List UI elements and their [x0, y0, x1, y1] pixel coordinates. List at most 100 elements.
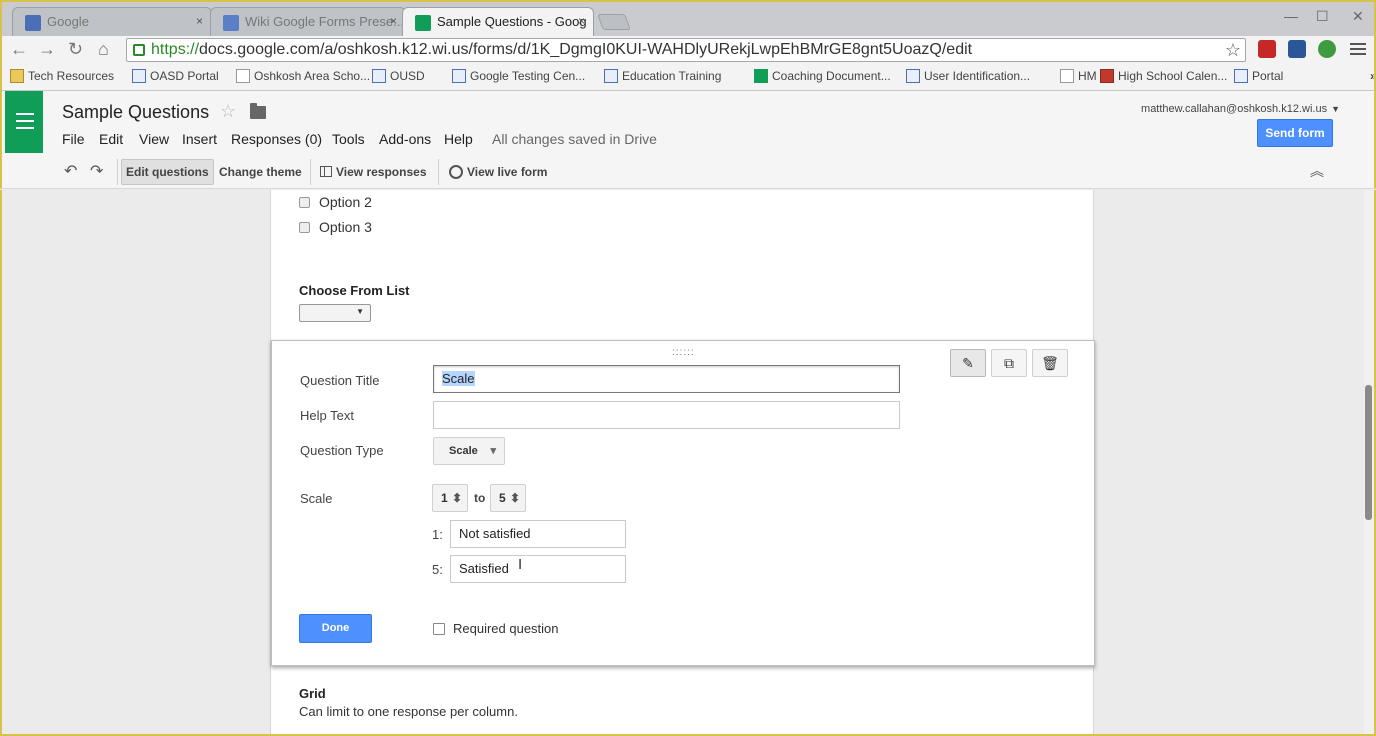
- scale-high-label-input[interactable]: Satisfied: [450, 555, 626, 583]
- menu-tools[interactable]: Tools: [332, 131, 365, 147]
- undo-icon[interactable]: ↶: [64, 161, 77, 181]
- toolbar-divider: [438, 159, 439, 185]
- bookmark-item[interactable]: OUSD: [372, 69, 425, 83]
- collapse-header-icon[interactable]: ︽: [1310, 161, 1324, 181]
- tab-label: Wiki Google Forms Prese...: [245, 14, 404, 29]
- address-bar[interactable]: https://docs.google.com/a/oshkosh.k12.wi…: [126, 38, 1246, 62]
- bookmarks-overflow-icon[interactable]: »: [1352, 69, 1374, 83]
- close-icon[interactable]: ×: [578, 14, 585, 28]
- document-title[interactable]: Sample Questions: [62, 102, 209, 123]
- extension-icon[interactable]: [1258, 40, 1276, 58]
- tab-wiki[interactable]: Wiki Google Forms Prese... ×: [210, 7, 406, 36]
- google-icon: [906, 69, 920, 83]
- bookmark-item[interactable]: OASD Portal: [132, 69, 219, 83]
- chrome-menu-icon[interactable]: [1350, 43, 1366, 55]
- scale-low-label-input[interactable]: Not satisfied: [450, 520, 626, 548]
- url-scheme: https://: [151, 41, 200, 58]
- bookmark-item[interactable]: High School Calen...: [1100, 69, 1227, 83]
- question-title-choose-from-list[interactable]: Choose From List: [299, 283, 410, 298]
- duplicate-icon[interactable]: ⧉: [991, 349, 1027, 377]
- forms-header: Sample Questions ☆ File Edit View Insert…: [0, 91, 1376, 153]
- new-tab-button[interactable]: [597, 14, 631, 30]
- minimize-icon[interactable]: —: [1284, 8, 1298, 24]
- send-form-button[interactable]: Send form: [1257, 119, 1333, 147]
- lock-icon: [133, 44, 145, 56]
- menu-help[interactable]: Help: [444, 131, 473, 147]
- bookmark-item[interactable]: Google Testing Cen...: [452, 69, 585, 83]
- sites-icon: [223, 15, 239, 31]
- question-title-input[interactable]: Scale: [433, 365, 900, 393]
- folder-icon: [10, 69, 24, 83]
- live-form-icon: [449, 165, 463, 179]
- menu-responses[interactable]: Responses (0): [231, 131, 322, 147]
- scale-from-select[interactable]: 1: [432, 484, 468, 512]
- forward-icon[interactable]: →: [38, 39, 56, 59]
- text-cursor-icon: I: [518, 556, 523, 573]
- menu-file[interactable]: File: [62, 131, 85, 147]
- star-icon[interactable]: ☆: [220, 101, 236, 122]
- maximize-icon[interactable]: ☐: [1316, 8, 1329, 25]
- tab-google[interactable]: Google ×: [12, 7, 212, 36]
- help-text-input[interactable]: [433, 401, 900, 429]
- home-icon[interactable]: ⌂: [98, 39, 109, 59]
- account-switcher[interactable]: matthew.callahan@oshkosh.k12.wi.us ▼: [1141, 103, 1340, 115]
- menu-edit[interactable]: Edit: [99, 131, 123, 147]
- scrollbar-thumb[interactable]: [1365, 385, 1372, 520]
- bookmark-item[interactable]: HM: [1060, 69, 1097, 83]
- bookmark-item[interactable]: Education Training: [604, 69, 721, 83]
- required-question-toggle[interactable]: Required question: [433, 621, 559, 636]
- page-scrollbar[interactable]: [1364, 190, 1374, 734]
- checkbox-icon[interactable]: [433, 623, 445, 635]
- help-text-label: Help Text: [300, 408, 354, 423]
- table-icon: [320, 166, 332, 177]
- trash-icon[interactable]: 🗑: [1032, 349, 1068, 377]
- bookmark-page-icon: [604, 69, 618, 83]
- view-responses-button[interactable]: View responses: [315, 159, 432, 185]
- option-item: Option 3: [299, 219, 372, 235]
- bookmark-page-icon: [132, 69, 146, 83]
- sheets-icon: [754, 69, 768, 83]
- question-title-grid[interactable]: Grid: [299, 686, 326, 701]
- bookmarks-bar: Tech Resources OASD Portal Oshkosh Area …: [0, 64, 1376, 91]
- folder-icon[interactable]: [250, 103, 266, 119]
- question-type-label: Question Type: [300, 443, 384, 458]
- extension-s-icon[interactable]: [1288, 40, 1306, 58]
- drag-handle-icon[interactable]: ::::::: [672, 347, 695, 358]
- google-icon: [25, 15, 41, 31]
- bookmark-page-icon: [372, 69, 386, 83]
- bookmark-item[interactable]: Portal: [1234, 69, 1283, 83]
- bookmark-page-icon: [1100, 69, 1114, 83]
- menu-view[interactable]: View: [139, 131, 169, 147]
- redo-icon[interactable]: ↷: [90, 161, 103, 181]
- document-icon: [236, 69, 250, 83]
- question-type-dropdown[interactable]: Scale: [433, 437, 505, 465]
- menu-insert[interactable]: Insert: [182, 131, 217, 147]
- bookmark-item[interactable]: User Identification...: [906, 69, 1030, 83]
- toolbar-divider: [117, 159, 118, 185]
- edit-questions-button[interactable]: Edit questions: [121, 159, 214, 185]
- checkbox-icon: [299, 222, 310, 233]
- bookmark-item[interactable]: Tech Resources: [10, 69, 114, 83]
- browser-toolbar: ← → ↻ ⌂ https://docs.google.com/a/oshkos…: [0, 36, 1376, 64]
- forms-logo-icon[interactable]: [5, 91, 43, 153]
- change-theme-button[interactable]: Change theme: [214, 159, 307, 185]
- view-live-form-button[interactable]: View live form: [444, 159, 552, 185]
- tab-label: Google: [47, 14, 89, 29]
- reload-icon[interactable]: ↻: [68, 39, 83, 59]
- close-window-icon[interactable]: ✕: [1352, 8, 1364, 25]
- question-help-grid: Can limit to one response per column.: [299, 704, 518, 719]
- close-icon[interactable]: ×: [196, 14, 203, 28]
- close-icon[interactable]: ×: [390, 14, 397, 28]
- done-button[interactable]: Done: [299, 614, 372, 643]
- bookmark-item[interactable]: Coaching Document...: [754, 69, 891, 83]
- back-icon[interactable]: ←: [10, 39, 28, 59]
- scale-low-number: 1:: [432, 527, 443, 542]
- evernote-icon[interactable]: [1318, 40, 1336, 58]
- menu-addons[interactable]: Add-ons: [379, 131, 431, 147]
- edit-pencil-icon[interactable]: ✎: [950, 349, 986, 377]
- scale-to-select[interactable]: 5: [490, 484, 526, 512]
- bookmark-star-icon[interactable]: ☆: [1225, 39, 1241, 61]
- bookmark-item[interactable]: Oshkosh Area Scho...: [236, 69, 370, 83]
- tab-sample-questions[interactable]: Sample Questions - Goog ×: [402, 7, 594, 36]
- bookmark-page-icon: [1234, 69, 1248, 83]
